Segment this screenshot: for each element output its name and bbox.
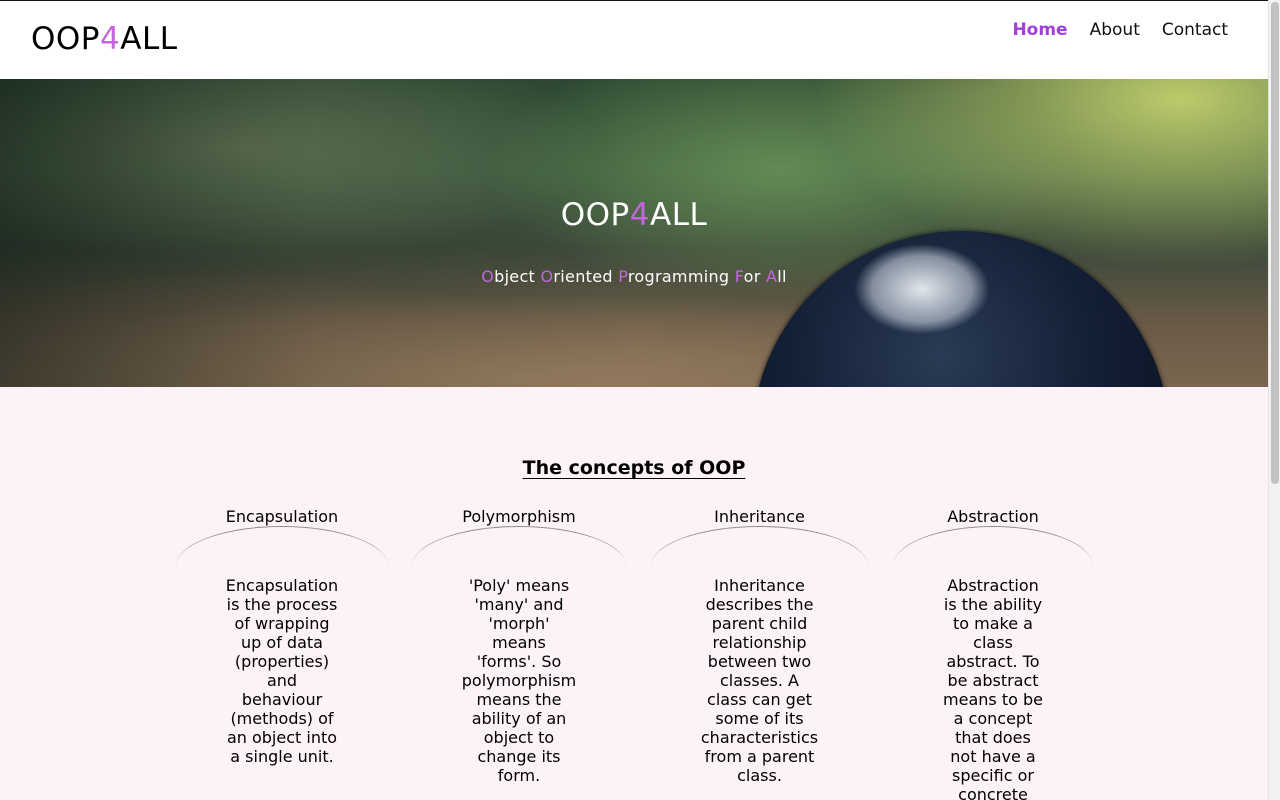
description-line: relationship — [712, 633, 807, 652]
description-line: not have a — [950, 747, 1036, 766]
site-logo[interactable]: OOP4ALL — [31, 21, 177, 57]
hero-title-accent: 4 — [629, 197, 650, 233]
scrollbar-thumb[interactable] — [1271, 2, 1279, 484]
description-line: ability of an — [471, 709, 567, 728]
description-line: from a parent — [704, 747, 815, 766]
description-line: means to be — [943, 690, 1043, 709]
description-line: a single unit. — [230, 747, 334, 766]
subtitle-initial: P — [618, 267, 628, 286]
concepts-heading: The concepts of OOP — [522, 457, 746, 479]
card-arch-divider — [651, 526, 868, 566]
description-line: some of its — [715, 709, 804, 728]
card-arch-divider — [412, 526, 626, 566]
description-line: (properties) — [234, 652, 330, 671]
description-line: 'morph' — [488, 614, 550, 633]
page: OOP4ALL Home About Contact OOP4ALL Objec… — [0, 0, 1268, 800]
hero-title-suffix: ALL — [649, 197, 708, 233]
description-line: classes. A — [719, 671, 799, 690]
subtitle-initial: F — [734, 267, 744, 286]
concept-card-description: 'Poly' means 'many' and 'morph' means 'f… — [412, 576, 626, 785]
description-line: Inheritance — [714, 576, 805, 595]
description-line: characteristics — [700, 728, 819, 747]
description-line: 'Poly' means — [468, 576, 570, 595]
main-nav: Home About Contact — [1012, 20, 1228, 40]
subtitle-initial: O — [540, 267, 554, 286]
description-line: Encapsulation — [225, 576, 339, 595]
description-line: change its — [477, 747, 561, 766]
description-line: polymorphism — [461, 671, 577, 690]
hero-title: OOP4ALL — [0, 197, 1268, 233]
description-line: behaviour — [241, 690, 323, 709]
description-line: class — [973, 633, 1013, 652]
description-line: is the process — [226, 595, 338, 614]
description-line: of wrapping — [234, 614, 330, 633]
description-line: between two — [707, 652, 812, 671]
description-line: is the ability — [943, 595, 1043, 614]
vertical-scrollbar[interactable] — [1268, 0, 1280, 800]
subtitle-word: ll — [777, 267, 787, 286]
site-header: OOP4ALL Home About Contact — [0, 1, 1268, 79]
concept-card-description: Inheritance describes the parent child r… — [651, 576, 868, 785]
description-line: that does — [955, 728, 1031, 747]
description-line: form. — [497, 766, 541, 785]
description-line: 'many' and — [474, 595, 564, 614]
description-line: describes the — [705, 595, 814, 614]
description-line: object to — [483, 728, 555, 747]
logo-prefix: OOP — [31, 21, 100, 57]
description-line: abstract. To — [946, 652, 1040, 671]
description-line: be abstract — [947, 671, 1039, 690]
subtitle-word: riented — [553, 267, 619, 286]
nav-home-link[interactable]: Home — [1012, 20, 1067, 40]
logo-suffix: ALL — [120, 21, 178, 57]
description-line: means the — [476, 690, 562, 709]
description-line: an object into — [226, 728, 338, 747]
description-line: and — [266, 671, 298, 690]
description-line: Abstraction — [947, 576, 1039, 595]
concept-card-title: Inheritance — [714, 507, 805, 526]
logo-accent: 4 — [100, 21, 121, 57]
description-line: means — [492, 633, 546, 652]
hero-banner: OOP4ALL Object Oriented Programming For … — [0, 79, 1268, 387]
concept-card-title: Abstraction — [947, 507, 1039, 526]
concept-card-description: Encapsulation is the process of wrapping… — [176, 576, 388, 766]
hero-subtitle: Object Oriented Programming For All — [0, 267, 1268, 286]
description-line: concrete — [958, 785, 1028, 800]
description-line: (methods) of — [230, 709, 334, 728]
nav-contact-link[interactable]: Contact — [1162, 20, 1228, 40]
card-arch-divider — [893, 526, 1093, 566]
description-line: a concept — [953, 709, 1033, 728]
description-line: up of data — [241, 633, 323, 652]
description-line: class. — [737, 766, 782, 785]
hero-title-prefix: OOP — [560, 197, 630, 233]
description-line: class can get — [707, 690, 812, 709]
card-arch-divider — [176, 526, 388, 566]
subtitle-word: or — [743, 267, 767, 286]
subtitle-initial: A — [766, 267, 778, 286]
nav-about-link[interactable]: About — [1090, 20, 1140, 40]
description-line: to make a — [953, 614, 1033, 633]
description-line: specific or — [952, 766, 1034, 785]
subtitle-initial: O — [481, 267, 495, 286]
description-line: 'forms'. So — [476, 652, 562, 671]
subtitle-word: rogramming — [627, 267, 735, 286]
concept-card-title: Polymorphism — [462, 507, 576, 526]
subtitle-word: bject — [494, 267, 541, 286]
concept-card-title: Encapsulation — [225, 507, 339, 526]
concept-card-description: Abstraction is the ability to make a cla… — [893, 576, 1093, 800]
description-line: parent child — [711, 614, 808, 633]
